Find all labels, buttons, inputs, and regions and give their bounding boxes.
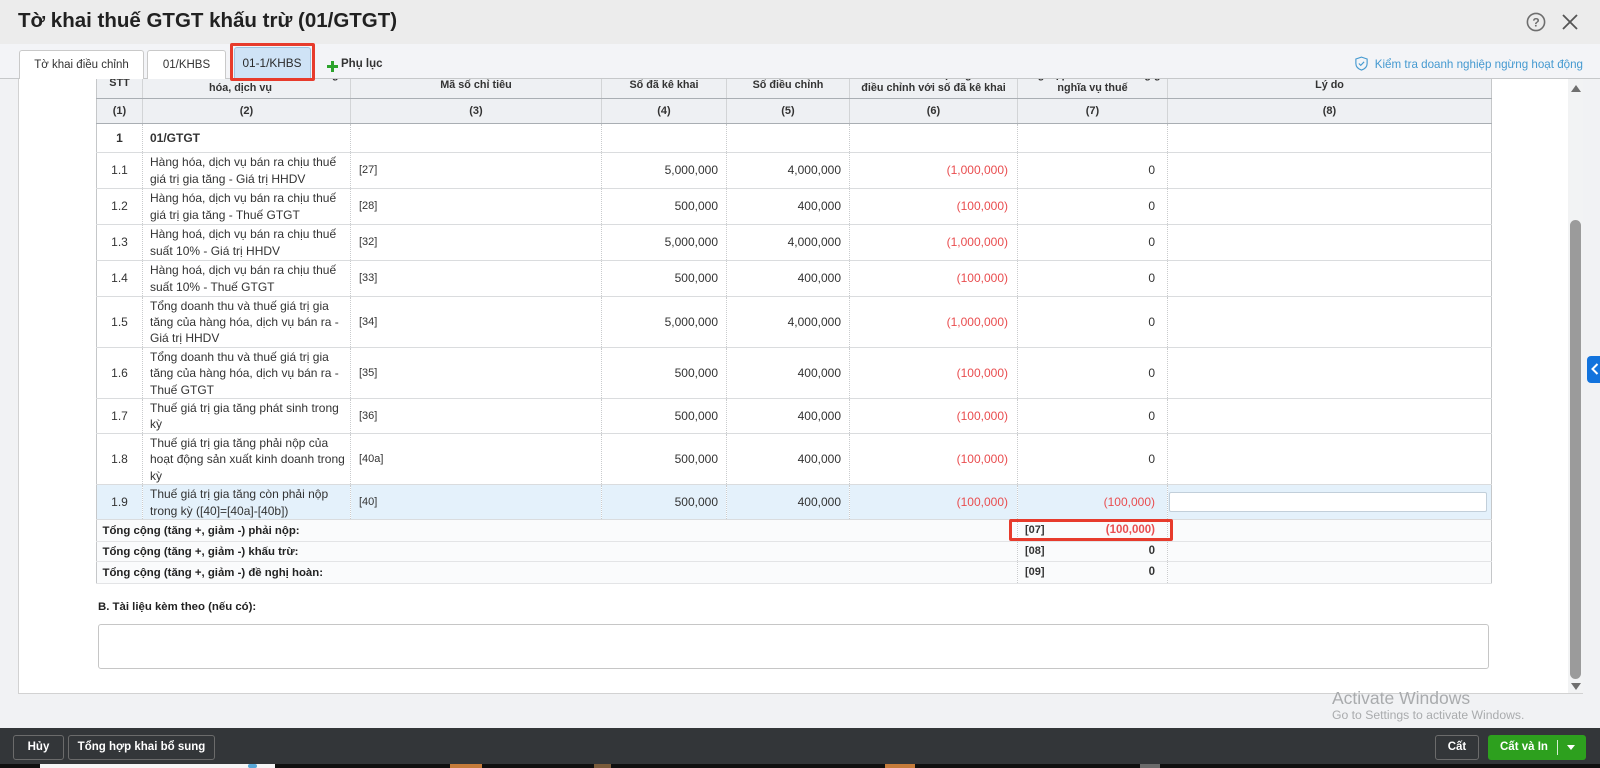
svg-text:?: ? [1532,15,1539,29]
